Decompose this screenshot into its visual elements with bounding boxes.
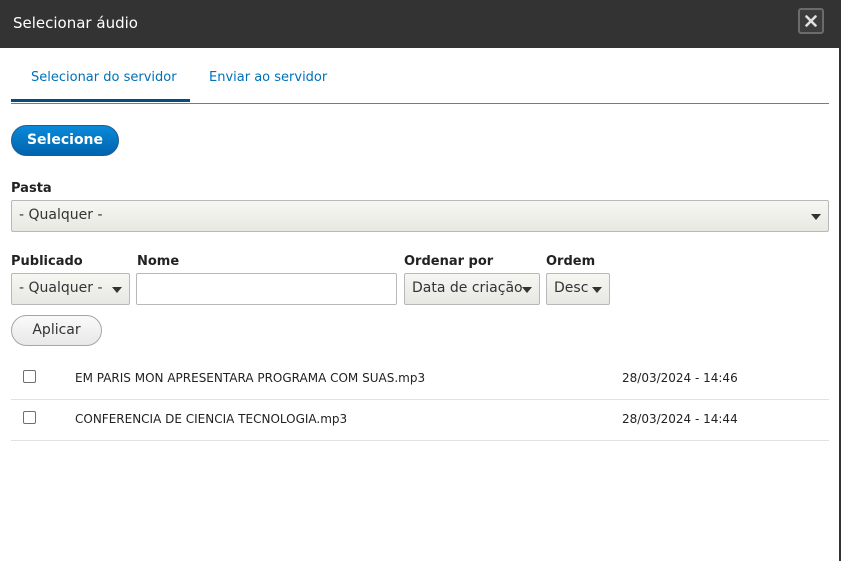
tab-upload-to-server[interactable]: Enviar ao servidor	[209, 70, 327, 85]
order-label: Ordem	[546, 254, 596, 269]
file-name: EM PARIS MON APRESENTARA PROGRAMA COM SU…	[75, 371, 426, 385]
file-row[interactable]: EM PARIS MON APRESENTARA PROGRAMA COM SU…	[11, 359, 829, 400]
file-checkbox[interactable]	[23, 370, 36, 383]
published-select[interactable]: - Qualquer -	[11, 273, 130, 305]
file-name: CONFERENCIA DE CIENCIA TECNOLOGIA.mp3	[75, 412, 348, 426]
chevron-down-icon	[811, 214, 821, 220]
name-input[interactable]	[136, 273, 397, 305]
chevron-down-icon	[592, 287, 602, 293]
published-label: Publicado	[11, 254, 83, 269]
tab-select-from-server[interactable]: Selecionar do servidor	[31, 70, 177, 85]
chevron-down-icon	[522, 287, 532, 293]
sort-by-select[interactable]: Data de criação	[404, 273, 540, 305]
tab-bar: Selecionar do servidor Enviar ao servido…	[11, 62, 829, 104]
file-date: 28/03/2024 - 14:44	[622, 412, 738, 426]
sort-by-label: Ordenar por	[404, 254, 494, 269]
dialog-titlebar: Selecionar áudio	[0, 0, 841, 48]
file-date: 28/03/2024 - 14:46	[622, 371, 738, 385]
folder-label: Pasta	[11, 181, 52, 196]
dialog-title: Selecionar áudio	[13, 14, 138, 32]
close-icon	[805, 15, 817, 27]
name-label: Nome	[137, 254, 180, 269]
chevron-down-icon	[112, 287, 122, 293]
folder-select[interactable]: - Qualquer -	[11, 200, 829, 232]
apply-button[interactable]: Aplicar	[11, 315, 102, 346]
folder-select-value: - Qualquer -	[19, 207, 103, 223]
order-select[interactable]: Desc	[546, 273, 610, 305]
published-select-value: - Qualquer -	[19, 280, 103, 296]
order-select-value: Desc	[554, 280, 589, 296]
file-row[interactable]: CONFERENCIA DE CIENCIA TECNOLOGIA.mp3 28…	[11, 400, 829, 441]
close-button[interactable]	[798, 8, 824, 34]
active-tab-indicator	[11, 99, 190, 102]
file-checkbox[interactable]	[23, 411, 36, 424]
sort-by-select-value: Data de criação	[412, 280, 523, 296]
select-button[interactable]: Selecione	[11, 125, 119, 156]
